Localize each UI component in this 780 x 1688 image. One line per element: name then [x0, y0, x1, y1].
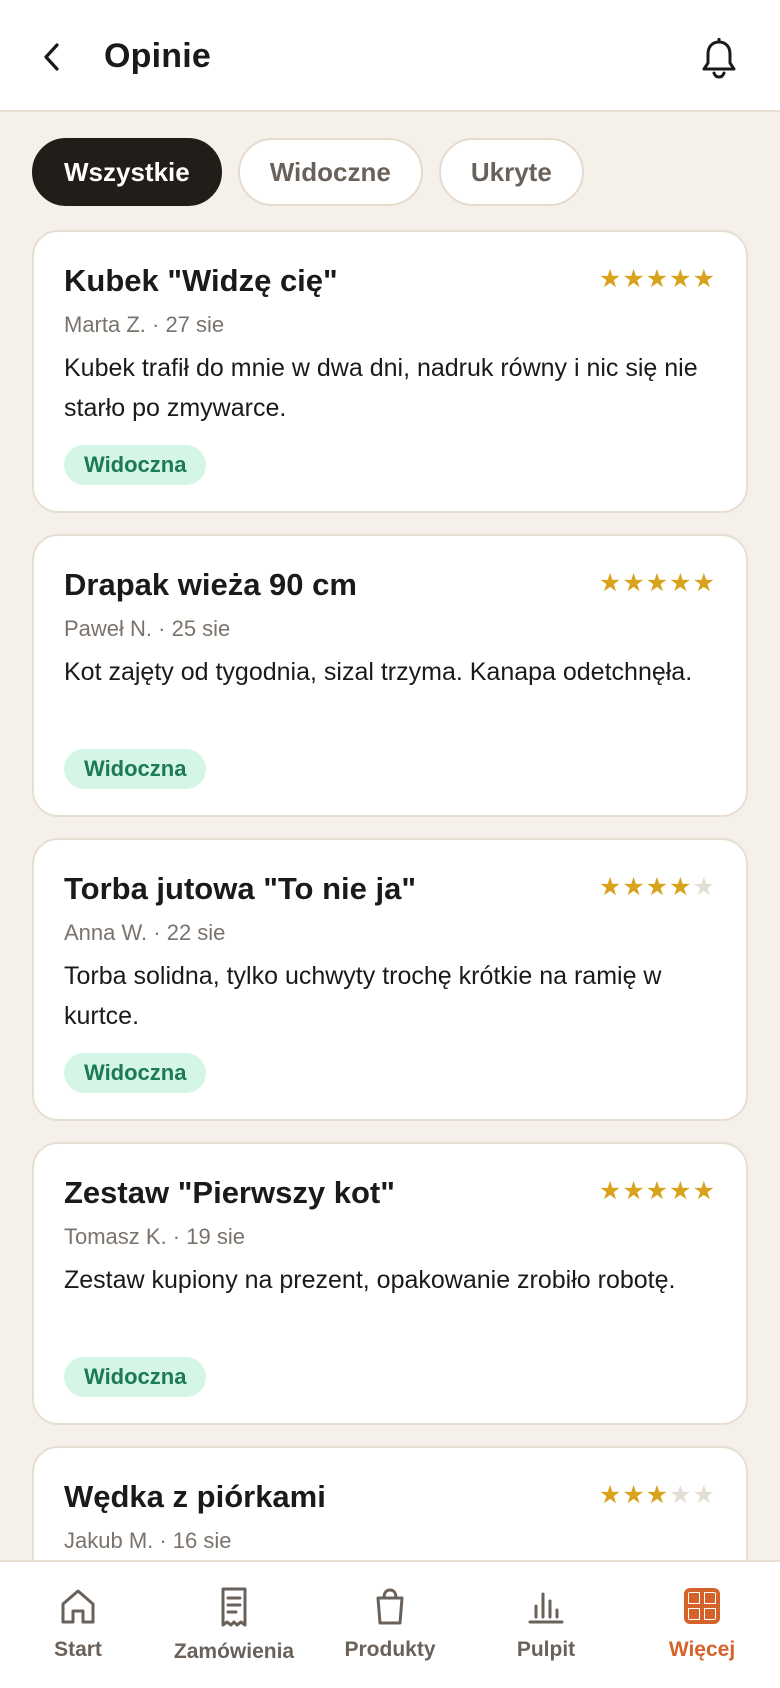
star-empty-icon: ★ [692, 873, 716, 901]
star-filled-icon: ★ [669, 569, 693, 597]
star-filled-icon: ★ [598, 1481, 623, 1509]
star-filled-icon: ★ [669, 873, 693, 901]
nav-start[interactable]: Start [0, 1562, 156, 1688]
review-meta: Marta Z. · 27 sie [64, 312, 225, 337]
filter-all[interactable]: Wszystkie [32, 138, 222, 206]
review-meta: Jakub M. · 16 sie [64, 1528, 232, 1553]
rating-stars: ★★★★★ [599, 264, 716, 294]
home-icon [61, 1589, 95, 1624]
app-header: Opinie [0, 0, 780, 112]
star-filled-icon: ★ [645, 569, 670, 597]
status-badge: Widoczna [64, 749, 207, 789]
filter-tabs: Wszystkie Widoczne Ukryte [32, 138, 584, 206]
star-filled-icon: ★ [645, 1177, 670, 1205]
star-filled-icon: ★ [692, 265, 716, 293]
bell-icon [702, 38, 736, 79]
star-filled-icon: ★ [598, 873, 623, 901]
star-filled-icon: ★ [692, 1177, 716, 1205]
star-filled-icon: ★ [692, 569, 716, 597]
star-filled-icon: ★ [598, 265, 623, 293]
star-filled-icon: ★ [645, 873, 670, 901]
star-filled-icon: ★ [598, 1177, 623, 1205]
rating-stars: ★★★★★ [599, 568, 716, 598]
star-empty-icon: ★ [692, 1481, 716, 1509]
bar-chart-icon [528, 1592, 564, 1624]
shopping-bag-icon [376, 1588, 404, 1625]
review-meta: Paweł N. · 25 sie [64, 616, 231, 641]
star-filled-icon: ★ [645, 265, 670, 293]
back-button[interactable] [30, 30, 74, 84]
status-badge: Widoczna [64, 1357, 207, 1397]
nav-label: Zamówienia [173, 1640, 295, 1663]
filter-hidden[interactable]: Ukryte [438, 138, 584, 206]
star-filled-icon: ★ [622, 1177, 646, 1205]
filter-visible[interactable]: Widoczne [237, 138, 423, 206]
rating-stars: ★★★★★ [599, 872, 716, 902]
review-card[interactable]: Drapak wieża 90 cm ★★★★★ Paweł N. · 25 s… [32, 534, 748, 817]
page-title: Opinie [104, 37, 211, 75]
nav-label: Produkty [344, 1638, 436, 1661]
star-filled-icon: ★ [598, 569, 623, 597]
nav-label: Pulpit [516, 1638, 576, 1661]
review-text: Torba solidna, tylko uchwyty trochę krót… [64, 962, 662, 1030]
nav-products[interactable]: Produkty [312, 1562, 468, 1688]
star-filled-icon: ★ [645, 1481, 670, 1509]
star-filled-icon: ★ [622, 569, 646, 597]
nav-label: Więcej [668, 1638, 736, 1661]
review-list: Kubek "Widzę cię" ★★★★★ Marta Z. · 27 si… [32, 230, 748, 1688]
review-text: Zestaw kupiony na prezent, opakowanie zr… [64, 1266, 676, 1294]
status-badge: Widoczna [64, 1053, 207, 1093]
star-empty-icon: ★ [669, 1481, 693, 1509]
star-filled-icon: ★ [669, 1177, 693, 1205]
review-meta: Tomasz K. · 19 sie [64, 1224, 245, 1249]
star-filled-icon: ★ [622, 265, 646, 293]
star-filled-icon: ★ [622, 1481, 646, 1509]
review-text: Kot zajęty od tygodnia, sizal trzyma. Ka… [64, 658, 693, 686]
nav-label: Start [54, 1638, 102, 1661]
bottom-navigation: Start Zamówienia Produkty Pulpit Więcej [0, 1560, 780, 1688]
rating-stars: ★★★★★ [599, 1176, 716, 1206]
star-filled-icon: ★ [669, 265, 693, 293]
rating-stars: ★★★★★ [599, 1480, 716, 1510]
review-card[interactable]: Zestaw "Pierwszy kot" ★★★★★ Tomasz K. · … [32, 1142, 748, 1425]
review-meta: Anna W. · 22 sie [64, 920, 226, 945]
status-badge: Widoczna [64, 445, 207, 485]
review-card[interactable]: Torba jutowa "To nie ja" ★★★★★ Anna W. ·… [32, 838, 748, 1121]
chevron-left-icon [44, 43, 59, 71]
nav-more[interactable]: Więcej [624, 1562, 780, 1688]
review-text: Kubek trafił do mnie w dwa dni, nadruk r… [64, 354, 698, 422]
receipt-icon [221, 1587, 247, 1627]
star-filled-icon: ★ [622, 873, 646, 901]
nav-orders[interactable]: Zamówienia [156, 1562, 312, 1688]
nav-dashboard[interactable]: Pulpit [468, 1562, 624, 1688]
notifications-button[interactable] [696, 34, 742, 84]
review-card[interactable]: Kubek "Widzę cię" ★★★★★ Marta Z. · 27 si… [32, 230, 748, 513]
grid-icon [684, 1588, 720, 1624]
